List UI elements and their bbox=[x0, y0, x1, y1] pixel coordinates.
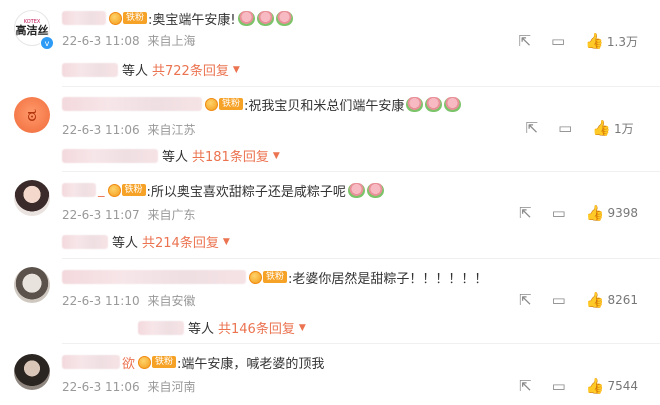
view-replies-link[interactable]: 共146条回复 bbox=[218, 318, 295, 337]
like-icon[interactable]: 👍 bbox=[592, 119, 611, 137]
zongzi-emoji-icon bbox=[256, 10, 274, 26]
crown-icon bbox=[205, 97, 218, 111]
zongzi-emoji-icon bbox=[366, 182, 384, 198]
divider bbox=[62, 343, 660, 344]
divider bbox=[62, 258, 660, 259]
avatar[interactable]: ಠ bbox=[14, 97, 50, 133]
zongzi-emoji-icon bbox=[425, 96, 443, 112]
like-count: 8261 bbox=[607, 293, 638, 307]
chevron-down-icon[interactable]: ▼ bbox=[299, 323, 306, 333]
fan-badge[interactable]: 铁粉 bbox=[138, 355, 177, 369]
avatar[interactable] bbox=[14, 354, 50, 390]
reply-users[interactable] bbox=[62, 234, 108, 249]
username-suffix: 欲 bbox=[122, 356, 136, 372]
username[interactable] bbox=[62, 183, 96, 197]
comment-text: :奥宝端午安康! bbox=[148, 12, 236, 28]
comment-date: 22-6-3 11:10 bbox=[62, 294, 140, 308]
divider bbox=[62, 171, 660, 172]
zongzi-emoji-icon bbox=[347, 182, 365, 198]
view-replies-link[interactable]: 共214条回复 bbox=[142, 232, 219, 251]
username[interactable] bbox=[62, 270, 246, 284]
reply-who: 等人 bbox=[122, 64, 149, 79]
share-icon[interactable]: ⇱ bbox=[526, 119, 539, 137]
username-suffix: _ bbox=[98, 182, 105, 198]
like-icon[interactable]: 👍 bbox=[586, 291, 605, 309]
like-icon[interactable]: 👍 bbox=[586, 377, 605, 395]
like-count: 1万 bbox=[614, 121, 634, 136]
username[interactable] bbox=[62, 355, 120, 369]
verified-icon: v bbox=[40, 36, 54, 50]
share-icon[interactable]: ⇱ bbox=[518, 32, 531, 50]
comment-location: 来自广东 bbox=[147, 208, 196, 222]
reply-who: 等人 bbox=[188, 322, 215, 337]
comment-location: 来自上海 bbox=[147, 34, 196, 48]
comment-text: :所以奥宝喜欢甜粽子还是咸粽子呢 bbox=[146, 184, 346, 200]
comment-location: 来自江苏 bbox=[147, 123, 196, 137]
view-replies-link[interactable]: 共722条回复 bbox=[152, 60, 229, 79]
zongzi-emoji-icon bbox=[237, 10, 255, 26]
angry-face-icon: ಠ bbox=[27, 104, 37, 126]
like-icon[interactable]: 👍 bbox=[585, 32, 604, 50]
chevron-down-icon[interactable]: ▼ bbox=[273, 151, 280, 161]
divider bbox=[62, 86, 660, 87]
comment-location: 来自安徽 bbox=[147, 294, 196, 308]
username[interactable] bbox=[62, 11, 106, 25]
like-count: 1.3万 bbox=[606, 34, 638, 49]
comment-location: 来自河南 bbox=[147, 380, 196, 394]
avatar[interactable] bbox=[14, 180, 50, 216]
comment-text: :老婆你居然是甜粽子！！！！！！ bbox=[288, 271, 488, 287]
reply-users[interactable] bbox=[62, 148, 158, 163]
chevron-down-icon[interactable]: ▼ bbox=[223, 237, 230, 247]
share-icon[interactable]: ⇱ bbox=[519, 377, 532, 395]
comment-icon[interactable]: ▭ bbox=[558, 119, 572, 137]
view-replies-link[interactable]: 共181条回复 bbox=[192, 146, 269, 165]
zongzi-emoji-icon bbox=[406, 96, 424, 112]
share-icon[interactable]: ⇱ bbox=[519, 291, 532, 309]
fan-badge[interactable]: 铁粉 bbox=[109, 11, 148, 25]
crown-icon bbox=[107, 183, 121, 197]
comment-date: 22-6-3 11:06 bbox=[62, 123, 140, 137]
comment-date: 22-6-3 11:07 bbox=[62, 208, 140, 222]
zongzi-emoji-icon bbox=[444, 96, 462, 112]
avatar[interactable] bbox=[14, 267, 50, 303]
comment-icon[interactable]: ▭ bbox=[551, 32, 565, 50]
comment-icon[interactable]: ▭ bbox=[552, 377, 566, 395]
chevron-down-icon[interactable]: ▼ bbox=[233, 65, 240, 75]
like-count: 9398 bbox=[607, 206, 638, 220]
reply-users[interactable] bbox=[62, 62, 118, 77]
like-count: 7544 bbox=[607, 379, 638, 393]
comment-date: 22-6-3 11:06 bbox=[62, 380, 140, 394]
comment-text: :祝我宝贝和米总们端午安康 bbox=[244, 98, 405, 114]
fan-badge[interactable]: 铁粉 bbox=[205, 97, 244, 111]
username[interactable] bbox=[62, 97, 202, 111]
crown-icon bbox=[138, 355, 152, 369]
reply-users[interactable] bbox=[138, 320, 184, 335]
reply-who: 等人 bbox=[162, 150, 189, 165]
comment-icon[interactable]: ▭ bbox=[552, 291, 566, 309]
comment-text: :端午安康，喊老婆的顶我 bbox=[177, 356, 325, 372]
avatar-text: 高洁丝 bbox=[15, 24, 49, 37]
fan-badge[interactable]: 铁粉 bbox=[249, 270, 288, 284]
zongzi-emoji-icon bbox=[275, 10, 293, 26]
crown-icon bbox=[109, 11, 122, 25]
share-icon[interactable]: ⇱ bbox=[519, 204, 532, 222]
reply-who: 等人 bbox=[112, 236, 139, 251]
comment-date: 22-6-3 11:08 bbox=[62, 34, 140, 48]
crown-icon bbox=[249, 270, 262, 284]
like-icon[interactable]: 👍 bbox=[586, 204, 605, 222]
fan-badge[interactable]: 铁粉 bbox=[107, 183, 146, 197]
comment-icon[interactable]: ▭ bbox=[552, 204, 566, 222]
